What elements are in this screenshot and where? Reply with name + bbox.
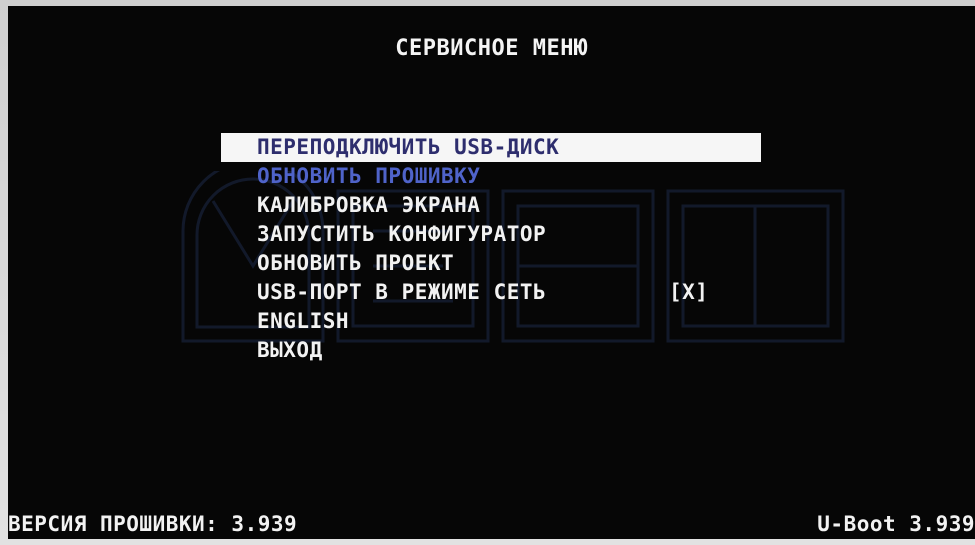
firmware-version-label: ВЕРСИЯ ПРОШИВКИ: 3.939 <box>8 512 298 536</box>
menu-item-reconnect-usb-disk[interactable]: ПЕРЕПОДКЛЮЧИТЬ USB-ДИСК <box>221 133 761 162</box>
menu-item-label: ОБНОВИТЬ ПРОЕКТ <box>257 251 455 275</box>
menu-item-update-project[interactable]: ОБНОВИТЬ ПРОЕКТ <box>221 249 761 278</box>
menu-item-exit[interactable]: ВЫХОД <box>221 336 761 365</box>
usb-network-mode-checkbox[interactable]: [X] <box>669 278 708 307</box>
menu-item-english[interactable]: ENGLISH <box>221 307 761 336</box>
uboot-version-label: U-Boot 3.939 <box>817 512 975 536</box>
menu-item-label: USB-ПОРТ В РЕЖИМЕ СЕТЬ <box>257 280 547 304</box>
menu-item-run-configurator[interactable]: ЗАПУСТИТЬ КОНФИГУРАТОР <box>221 220 761 249</box>
menu-item-label: ENGLISH <box>257 309 350 333</box>
service-menu: ПЕРЕПОДКЛЮЧИТЬ USB-ДИСК ОБНОВИТЬ ПРОШИВК… <box>221 133 761 365</box>
menu-item-update-firmware[interactable]: ОБНОВИТЬ ПРОШИВКУ <box>221 162 761 191</box>
menu-item-screen-calibration[interactable]: КАЛИБРОВКА ЭКРАНА <box>221 191 761 220</box>
page-title: СЕРВИСНОЕ МЕНЮ <box>395 36 588 61</box>
device-screen: СЕРВИСНОЕ МЕНЮ ПЕРЕПОДКЛЮЧИТЬ USB-ДИСК О… <box>8 6 975 539</box>
menu-item-label: ВЫХОД <box>257 338 323 362</box>
menu-item-label: ЗАПУСТИТЬ КОНФИГУРАТОР <box>257 222 547 246</box>
menu-item-usb-network-mode[interactable]: USB-ПОРТ В РЕЖИМЕ СЕТЬ [X] <box>221 278 761 307</box>
menu-item-label: КАЛИБРОВКА ЭКРАНА <box>257 193 481 217</box>
menu-item-label: ПЕРЕПОДКЛЮЧИТЬ USB-ДИСК <box>257 135 560 159</box>
menu-item-label: ОБНОВИТЬ ПРОШИВКУ <box>257 164 481 188</box>
